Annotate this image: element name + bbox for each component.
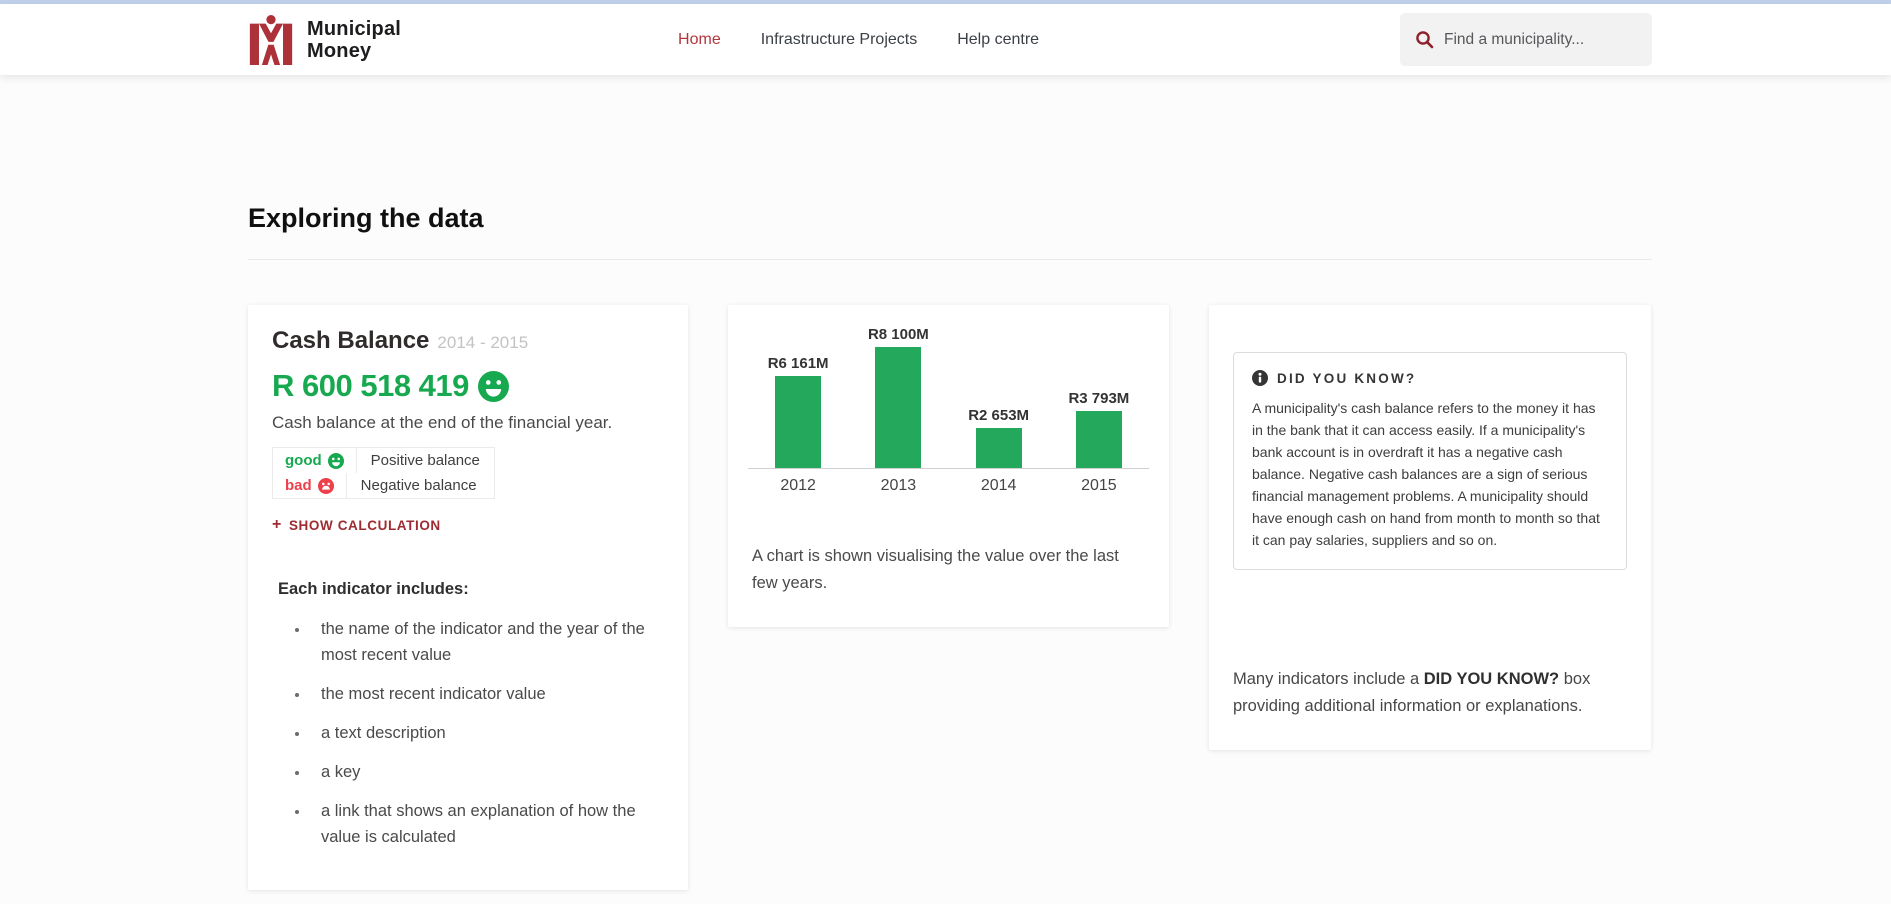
bar-2014 [976, 428, 1022, 468]
example-cards-row: Cash Balance 2014 - 2015 R 600 518 419 Ca… [248, 305, 1652, 890]
title-divider [248, 259, 1652, 260]
bar-2015 [1076, 411, 1122, 468]
includes-heading: Each indicator includes: [278, 580, 664, 599]
list-item: the name of the indicator and the year o… [310, 616, 664, 668]
nav-help-centre[interactable]: Help centre [957, 31, 1039, 49]
indicator-key: good Positive balance [272, 447, 495, 499]
site-header: Municipal Money Home Infrastructure Proj… [0, 4, 1891, 75]
indicator-period: 2014 - 2015 [437, 333, 528, 352]
smiley-face-icon [328, 453, 344, 469]
list-item: the most recent indicator value [310, 681, 664, 707]
municipality-search[interactable] [1400, 13, 1652, 66]
show-calculation-label: SHOW CALCULATION [289, 518, 441, 533]
info-icon [1252, 370, 1268, 386]
list-item: a text description [310, 720, 664, 746]
indicator-title: Cash Balance [272, 327, 429, 354]
key-good-meaning: Positive balance [357, 448, 494, 473]
municipal-money-logo-mark-icon [248, 15, 294, 65]
did-you-know-text: A municipality's cash balance refers to … [1252, 397, 1608, 551]
frowny-face-icon [318, 478, 334, 494]
key-good-label: good [285, 452, 322, 469]
plus-icon: + [272, 516, 282, 534]
did-you-know-example-card: DID YOU KNOW? A municipality's cash bala… [1209, 305, 1651, 750]
main-nav: Home Infrastructure Projects Help centre [678, 31, 1039, 49]
logo[interactable]: Municipal Money [248, 15, 401, 65]
x-tick-label: 2012 [780, 477, 816, 495]
bar-group-2013: R8 100M [848, 326, 948, 468]
includes-list: the name of the indicator and the year o… [272, 616, 664, 850]
bar-value-label: R6 161M [768, 355, 829, 372]
key-bad-label: bad [285, 477, 312, 494]
bar-group-2015: R3 793M [1049, 390, 1149, 468]
did-you-know-title: DID YOU KNOW? [1277, 371, 1416, 386]
x-tick-label: 2013 [881, 477, 917, 495]
x-axis-labels: 2012 2013 2014 2015 [748, 477, 1149, 495]
did-you-know-note-bold: DID YOU KNOW? [1424, 670, 1559, 688]
indicator-description: Cash balance at the end of the financial… [272, 413, 664, 433]
bar-2012 [775, 376, 821, 468]
nav-home[interactable]: Home [678, 31, 721, 49]
bar-value-label: R3 793M [1068, 390, 1129, 407]
bar-value-label: R2 653M [968, 407, 1029, 424]
nav-infrastructure-projects[interactable]: Infrastructure Projects [761, 31, 918, 49]
list-item: a link that shows an explanation of how … [310, 798, 664, 850]
smiley-face-icon [478, 371, 509, 402]
key-row-good: good Positive balance [273, 448, 494, 473]
bar-value-label: R8 100M [868, 326, 929, 343]
search-input[interactable] [1444, 31, 1637, 49]
logo-wordmark: Municipal Money [307, 18, 401, 62]
x-tick-label: 2014 [981, 477, 1017, 495]
key-row-bad: bad Negative balance [273, 473, 494, 498]
chart-example-card: R6 161M R8 100M R2 653M R3 793M 2012 [728, 305, 1169, 627]
did-you-know-box: DID YOU KNOW? A municipality's cash bala… [1233, 352, 1627, 570]
did-you-know-note: Many indicators include a DID YOU KNOW? … [1233, 666, 1627, 720]
search-icon [1415, 30, 1434, 49]
bar-chart: R6 161M R8 100M R2 653M R3 793M [748, 319, 1149, 469]
bar-2013 [875, 347, 921, 468]
x-tick-label: 2015 [1081, 477, 1117, 495]
indicator-title-row: Cash Balance 2014 - 2015 [272, 327, 664, 355]
list-item: a key [310, 759, 664, 785]
indicator-value: R 600 518 419 [272, 368, 469, 404]
show-calculation-link[interactable]: + SHOW CALCULATION [272, 516, 664, 534]
bar-group-2014: R2 653M [949, 407, 1049, 468]
chart-caption: A chart is shown visualising the value o… [748, 543, 1149, 597]
indicator-example-card: Cash Balance 2014 - 2015 R 600 518 419 Ca… [248, 305, 688, 890]
main-content: Exploring the data Cash Balance 2014 - 20… [248, 203, 1652, 890]
bar-group-2012: R6 161M [748, 355, 848, 468]
key-bad-meaning: Negative balance [347, 473, 491, 498]
page-title: Exploring the data [248, 203, 1652, 234]
